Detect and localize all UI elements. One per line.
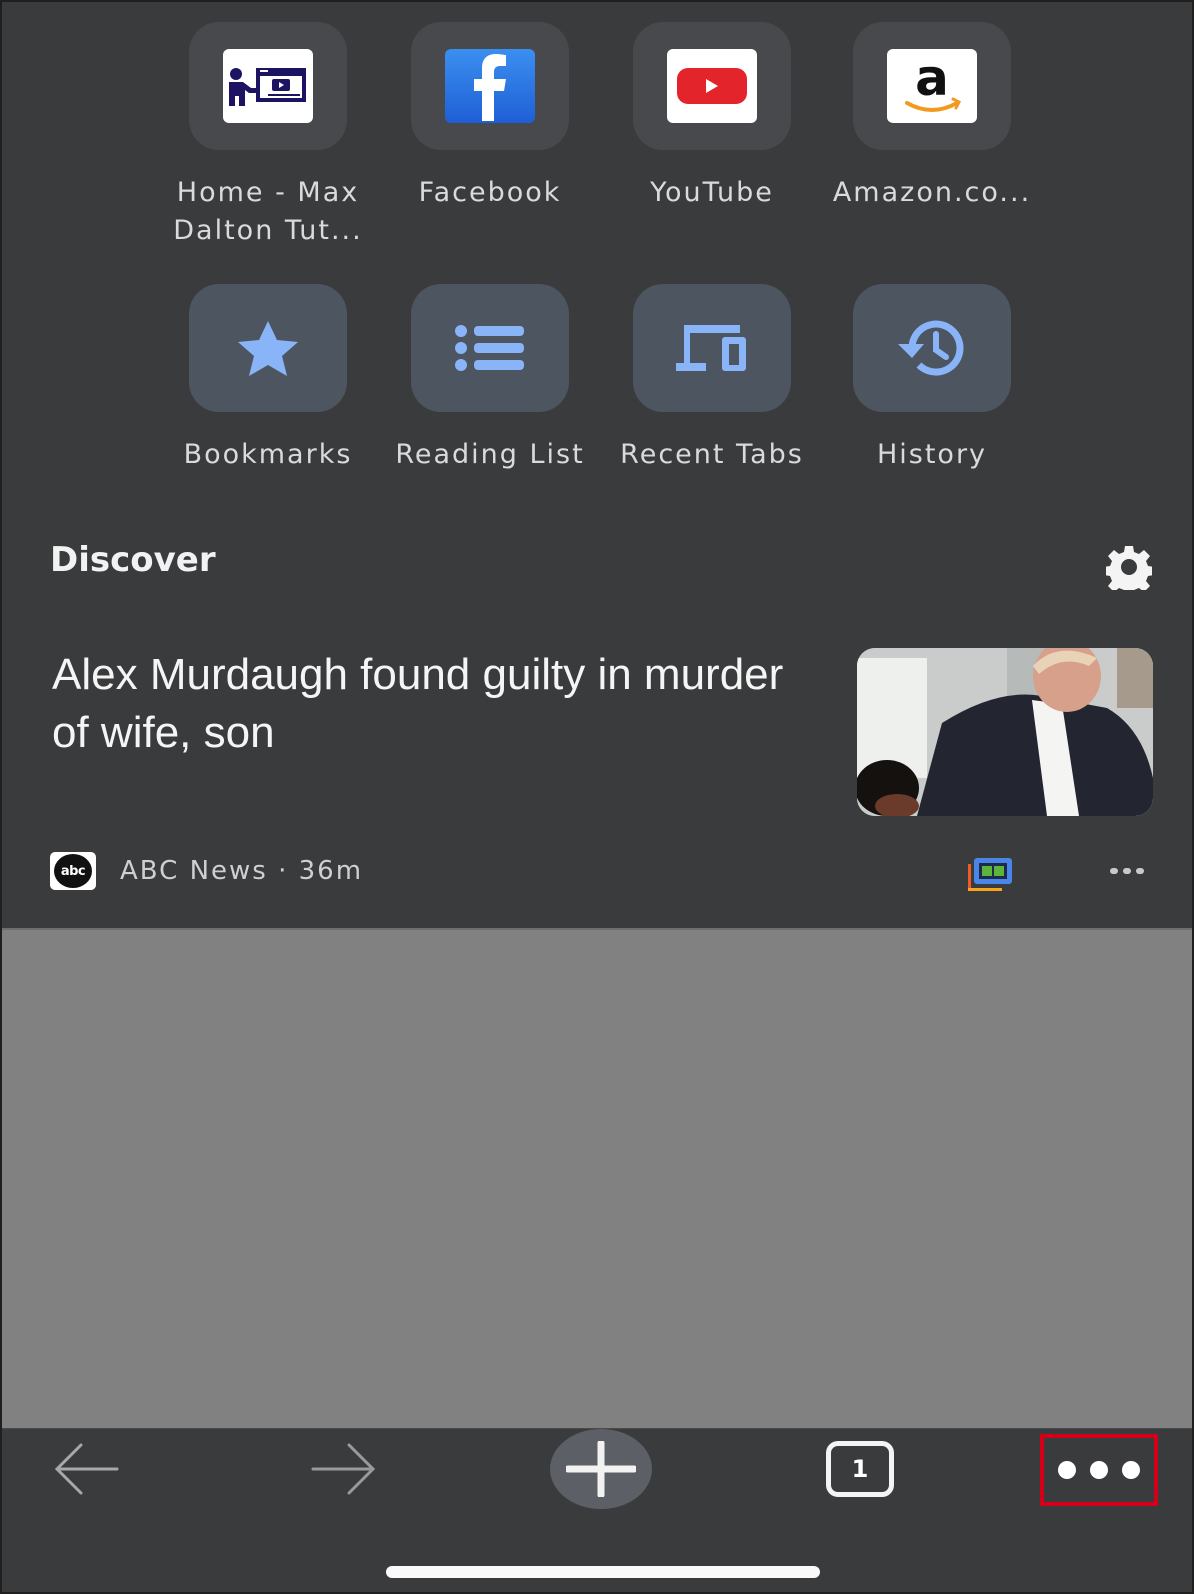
article-headline[interactable]: Alex Murdaugh found guilty in murder of …	[52, 646, 832, 762]
shortcut-facebook[interactable]: Facebook	[380, 22, 600, 212]
arrow-right-icon	[311, 1443, 376, 1495]
action-tile	[189, 284, 347, 412]
devices-icon	[676, 325, 746, 371]
abc-news-logo: abc	[50, 852, 96, 890]
dot	[1123, 868, 1131, 874]
youtube-favicon	[667, 49, 757, 123]
new-tab-page: Home - Max Dalton Tut... Facebook YouTub…	[0, 0, 1194, 928]
action-tile	[853, 284, 1011, 412]
action-label: Reading List	[395, 439, 585, 470]
star-icon	[238, 321, 298, 376]
more-horizontal-icon-dot	[1058, 1461, 1076, 1479]
list-icon	[455, 325, 524, 371]
back-button[interactable]	[48, 1439, 124, 1499]
new-tab-button[interactable]	[550, 1429, 652, 1509]
more-horizontal-icon-dot	[1090, 1461, 1108, 1479]
dim-overlay[interactable]	[0, 928, 1194, 1428]
action-tile	[411, 284, 569, 412]
shortcut-label: YouTube	[650, 177, 774, 208]
dot	[1110, 868, 1118, 874]
action-label: Recent Tabs	[620, 439, 804, 470]
amazon-favicon: a	[887, 49, 977, 123]
arrow-left-icon	[54, 1443, 119, 1495]
action-tile	[633, 284, 791, 412]
source-and-age: ABC News · 36m	[120, 856, 364, 886]
shortcut-amazon[interactable]: a Amazon.co...	[822, 22, 1042, 212]
shortcut-tile	[189, 22, 347, 150]
shortcut-max-dalton[interactable]: Home - Max Dalton Tut...	[158, 22, 378, 250]
max-dalton-tutorials-favicon	[223, 49, 313, 123]
history-icon	[898, 320, 964, 376]
action-bookmarks[interactable]: Bookmarks	[158, 284, 378, 474]
shortcut-tile: a	[853, 22, 1011, 150]
action-history[interactable]: History	[822, 284, 1042, 474]
action-recent-tabs[interactable]: Recent Tabs	[602, 284, 822, 474]
discover-heading: Discover	[50, 540, 216, 580]
live-tv-icon[interactable]	[968, 856, 1016, 892]
article-source: abc ABC News · 36m	[50, 852, 363, 890]
shortcut-youtube[interactable]: YouTube	[602, 22, 822, 212]
article-thumbnail[interactable]	[857, 648, 1153, 816]
action-reading-list[interactable]: Reading List	[380, 284, 600, 474]
shortcut-tile	[411, 22, 569, 150]
more-horizontal-icon-dot	[1122, 1461, 1140, 1479]
dot	[1136, 868, 1144, 874]
tab-switcher-button[interactable]: 1	[826, 1441, 894, 1497]
svg-text:a: a	[915, 53, 949, 107]
tab-count: 1	[851, 1455, 869, 1483]
article-more-button[interactable]	[1110, 868, 1144, 874]
shortcut-label: Amazon.co...	[832, 177, 1032, 208]
forward-button[interactable]	[306, 1439, 382, 1499]
shortcut-label: Home - Max Dalton Tut...	[173, 177, 363, 246]
action-label: History	[876, 439, 988, 470]
more-menu-button[interactable]	[1040, 1434, 1158, 1506]
plus-icon	[566, 1441, 636, 1497]
shortcut-label: Facebook	[418, 177, 562, 208]
shortcut-tile	[633, 22, 791, 150]
action-label: Bookmarks	[183, 439, 353, 470]
gear-icon[interactable]	[1106, 544, 1152, 590]
facebook-favicon	[445, 49, 535, 123]
home-indicator[interactable]	[386, 1566, 820, 1578]
